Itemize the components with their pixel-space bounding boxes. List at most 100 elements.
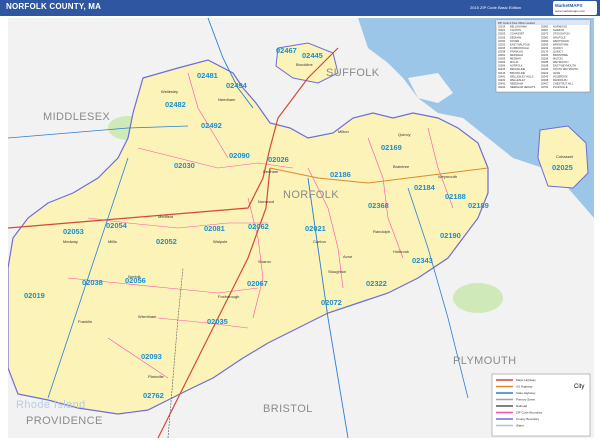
town-label: Wellesley bbox=[161, 89, 178, 94]
zip-label[interactable]: 02189 bbox=[468, 201, 489, 210]
zip-label[interactable]: 02053 bbox=[63, 227, 84, 236]
index-city-cell: WRENTHAM bbox=[553, 42, 568, 46]
town-label: Wrentham bbox=[138, 314, 157, 319]
zip-label[interactable]: 02481 bbox=[197, 71, 218, 80]
zip-label[interactable]: 02025 bbox=[552, 163, 573, 172]
index-zip-cell: 02343 bbox=[541, 74, 549, 78]
index-zip-cell: 02081 bbox=[541, 35, 549, 39]
zip-label[interactable]: 02343 bbox=[412, 256, 433, 265]
zip-label[interactable]: 02054 bbox=[106, 221, 128, 230]
zip-index-panel: ZIP Code & Post Office Location 02019 BEL… bbox=[495, 19, 591, 93]
index-city-cell: NORWOOD bbox=[553, 25, 567, 29]
zip-label[interactable]: 02494 bbox=[226, 81, 248, 90]
zip-label[interactable]: 02062 bbox=[248, 222, 269, 231]
town-label: Milton bbox=[338, 129, 349, 134]
index-zip-cell: 02025 bbox=[498, 32, 506, 36]
index-city-cell: MILLIS bbox=[510, 60, 518, 64]
index-city-cell: PLAINVILLE bbox=[553, 85, 568, 89]
index-city-cell: DEDHAM bbox=[510, 35, 521, 39]
town-label: Brookline bbox=[296, 62, 313, 67]
town-label: Franklin bbox=[78, 319, 92, 324]
index-zip-cell: 02169 bbox=[541, 46, 549, 50]
zip-label[interactable]: 02467 bbox=[276, 46, 297, 55]
index-city-cell: BROOKLINE bbox=[510, 67, 525, 71]
index-city-cell: NEEDHAM HEIGHTS bbox=[510, 85, 535, 89]
index-city-cell: QUINCY bbox=[553, 49, 563, 53]
town-label: Holbrook bbox=[393, 249, 409, 254]
zip-label[interactable]: 02090 bbox=[229, 151, 250, 160]
town-label: Stoughton bbox=[328, 269, 346, 274]
zip-label[interactable]: 02482 bbox=[165, 100, 186, 109]
index-city-cell: EAST WALPOLE bbox=[510, 42, 530, 46]
index-city-cell: FRANKLIN bbox=[510, 49, 523, 53]
zip-label[interactable]: 02038 bbox=[82, 278, 103, 287]
zip-label[interactable]: 02762 bbox=[143, 391, 164, 400]
index-zip-cell: 02188 bbox=[541, 60, 549, 64]
region-rhode-island: Rhode Island bbox=[16, 399, 86, 411]
legend-label: US Highway bbox=[516, 385, 533, 389]
index-zip-cell: 02021 bbox=[498, 28, 506, 32]
logo-url: www.marketmaps.com bbox=[555, 9, 586, 13]
zip-label[interactable]: 02052 bbox=[156, 237, 177, 246]
zip-label[interactable]: 02030 bbox=[174, 161, 195, 170]
zip-label[interactable]: 02035 bbox=[207, 317, 228, 326]
index-city-cell: RANDOLPH bbox=[553, 78, 568, 82]
county-map[interactable]: MIDDLESEX SUFFOLK NORFOLK PLYMOUTH BRIST… bbox=[8, 18, 594, 438]
logo-text: MarketMAPS bbox=[555, 3, 583, 8]
index-zip-cell: 02054 bbox=[498, 60, 506, 64]
zip-label[interactable]: 02072 bbox=[321, 298, 342, 307]
zip-label[interactable]: 02067 bbox=[247, 279, 268, 288]
town-label: Medfield bbox=[158, 214, 173, 219]
index-city-cell: CHESTNUT HILL bbox=[553, 81, 574, 85]
index-zip-cell: 02322 bbox=[541, 71, 549, 75]
index-city-cell: WEYMOUTH bbox=[553, 60, 569, 64]
town-label: Braintree bbox=[393, 164, 410, 169]
zip-label[interactable]: 02445 bbox=[302, 51, 323, 60]
zip-label[interactable]: 02368 bbox=[368, 201, 389, 210]
region-plymouth: PLYMOUTH bbox=[453, 355, 517, 367]
zip-label[interactable]: 02184 bbox=[414, 183, 436, 192]
index-zip-cell: 02053 bbox=[498, 57, 506, 61]
index-zip-cell: 02032 bbox=[498, 42, 506, 46]
town-label: Needham bbox=[218, 97, 236, 102]
zip-label[interactable]: 02081 bbox=[204, 224, 225, 233]
zip-label[interactable]: 02026 bbox=[268, 155, 289, 164]
index-zip-cell: 02494 bbox=[498, 85, 506, 89]
town-label: Medway bbox=[63, 239, 78, 244]
index-city-cell: BRAINTREE bbox=[553, 53, 568, 57]
town-label: Norfolk bbox=[128, 274, 141, 279]
zip-label[interactable]: 02169 bbox=[381, 143, 402, 152]
index-zip-cell: 02762 bbox=[541, 85, 549, 89]
town-label: Sharon bbox=[258, 259, 271, 264]
zip-label[interactable]: 02093 bbox=[141, 352, 162, 361]
index-city-cell: STOUGHTON bbox=[553, 32, 570, 36]
index-city-cell: WESTWOOD bbox=[553, 39, 569, 43]
index-title: ZIP Code & Post Office Location bbox=[498, 21, 536, 25]
legend-label: Water bbox=[516, 424, 524, 428]
index-zip-cell: 02052 bbox=[498, 53, 506, 57]
zip-label[interactable]: 02188 bbox=[445, 192, 466, 201]
town-label: Cohasset bbox=[556, 154, 574, 159]
zip-label[interactable]: 02492 bbox=[201, 121, 222, 130]
publisher-logo[interactable]: MarketMAPS www.marketmaps.com bbox=[553, 1, 597, 15]
zip-label[interactable]: 02186 bbox=[330, 170, 351, 179]
index-zip-cell: 02090 bbox=[541, 39, 549, 43]
region-middlesex: MIDDLESEX bbox=[43, 111, 110, 123]
town-label: Avon bbox=[343, 254, 352, 259]
zip-label[interactable]: 02322 bbox=[366, 279, 387, 288]
town-label: Randolph bbox=[373, 229, 390, 234]
zip-label[interactable]: 02190 bbox=[440, 231, 461, 240]
town-label: Weymouth bbox=[438, 174, 457, 179]
legend-label: Primary Street bbox=[516, 398, 535, 402]
legend-label: Major Highway bbox=[516, 378, 536, 382]
index-zip-cell: 02093 bbox=[541, 42, 549, 46]
index-city-cell: QUINCY bbox=[553, 46, 563, 50]
zip-label[interactable]: 02019 bbox=[24, 291, 45, 300]
index-city-cell: FOXBOROUGH bbox=[510, 46, 529, 50]
index-zip-cell: 02072 bbox=[541, 32, 549, 36]
town-label: Dedham bbox=[263, 169, 279, 174]
index-zip-cell: 02019 bbox=[498, 25, 506, 29]
legend-city-label: City bbox=[574, 384, 584, 390]
zip-label[interactable]: 02021 bbox=[305, 224, 326, 233]
index-zip-cell: 02067 bbox=[541, 28, 549, 32]
